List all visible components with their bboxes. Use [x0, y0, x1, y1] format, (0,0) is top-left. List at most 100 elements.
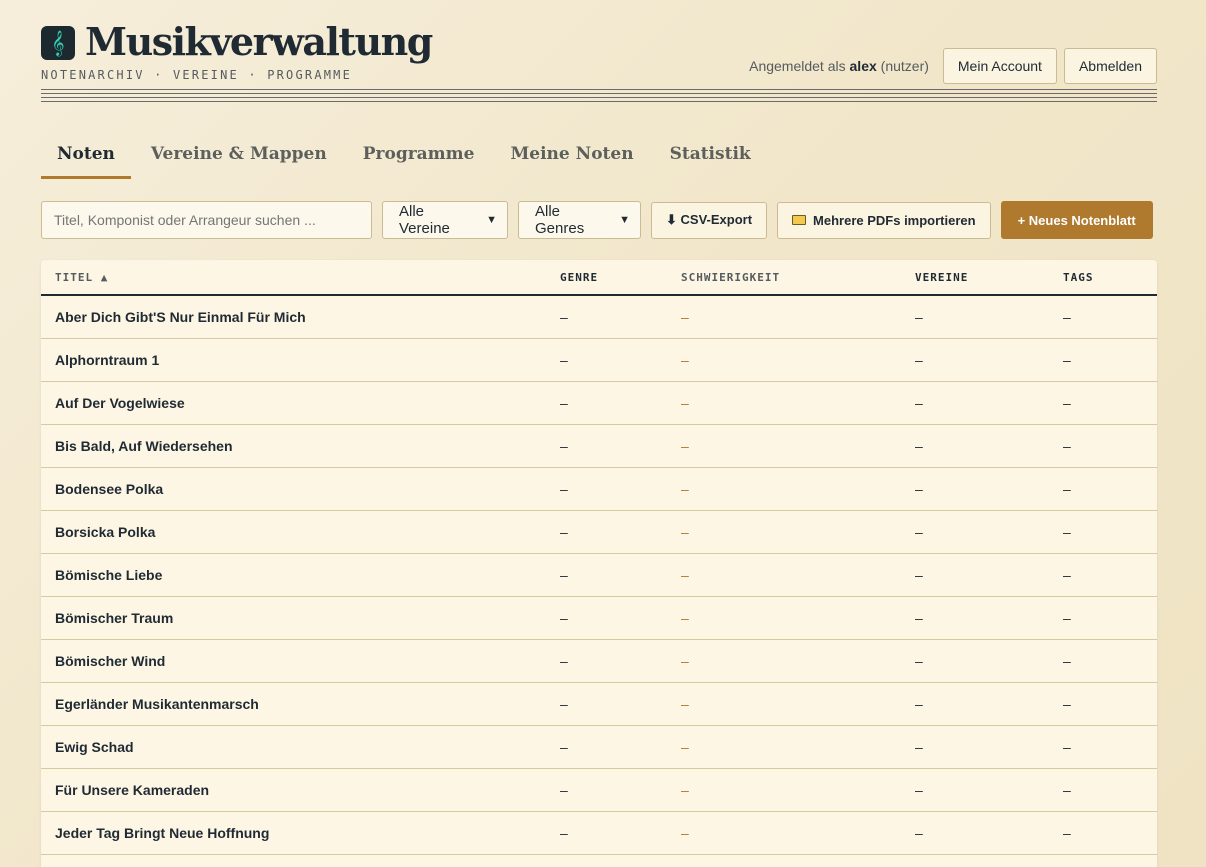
- cell-schwierigkeit: –: [681, 567, 689, 583]
- table-header: TITEL ▲ GENRE SCHWIERIGKEIT VEREINE TAGS: [41, 260, 1157, 296]
- cell-vereine: –: [915, 309, 923, 325]
- tab-vereine-mappen[interactable]: Vereine & Mappen: [135, 134, 343, 179]
- table-row[interactable]: Bömischer Traum – – – –: [41, 597, 1157, 640]
- app-subtitle: NOTENARCHIV · VEREINE · PROGRAMME: [41, 68, 353, 82]
- tab-meine-noten[interactable]: Meine Noten: [494, 134, 649, 179]
- cell-schwierigkeit: –: [681, 610, 689, 626]
- header-tags[interactable]: TAGS: [1063, 271, 1094, 284]
- cell-titel[interactable]: Bodensee Polka: [55, 481, 163, 497]
- cell-schwierigkeit: –: [681, 739, 689, 755]
- chevron-down-icon: ▼: [619, 214, 630, 226]
- cell-titel[interactable]: Bömischer Traum: [55, 610, 173, 626]
- brand[interactable]: 𝄞 Musikverwaltung: [41, 19, 433, 64]
- cell-genre: –: [560, 524, 568, 540]
- cell-schwierigkeit: –: [681, 782, 689, 798]
- sheets-table: TITEL ▲ GENRE SCHWIERIGKEIT VEREINE TAGS…: [41, 260, 1157, 867]
- vereine-filter-value: Alle Vereine: [399, 203, 450, 237]
- chevron-down-icon: ▼: [486, 214, 497, 226]
- logout-button[interactable]: Abmelden: [1063, 48, 1157, 84]
- import-pdfs-label: Mehrere PDFs importieren: [813, 212, 976, 228]
- cell-schwierigkeit: –: [681, 653, 689, 669]
- cell-tags: –: [1063, 696, 1071, 712]
- table-row[interactable]: Aber Dich Gibt'S Nur Einmal Für Mich – – – –: [41, 296, 1157, 339]
- cell-vereine: –: [915, 352, 923, 368]
- cell-vereine: –: [915, 653, 923, 669]
- table-row[interactable]: Bodensee Polka – – – –: [41, 468, 1157, 511]
- page: 𝄞 Musikverwaltung NOTENARCHIV · VEREINE …: [41, 0, 1157, 867]
- header-vereine[interactable]: VEREINE: [915, 271, 968, 284]
- cell-tags: –: [1063, 782, 1071, 798]
- cell-titel[interactable]: Aber Dich Gibt'S Nur Einmal Für Mich: [55, 309, 306, 325]
- cell-schwierigkeit: –: [681, 524, 689, 540]
- table-row[interactable]: Egerländer Musikantenmarsch – – – –: [41, 683, 1157, 726]
- logged-in-text: Angemeldet als alex (nutzer): [749, 58, 929, 74]
- cell-titel[interactable]: Bömischer Wind: [55, 653, 165, 669]
- cell-genre: –: [560, 782, 568, 798]
- cell-vereine: –: [915, 739, 923, 755]
- cell-genre: –: [560, 309, 568, 325]
- csv-export-button[interactable]: ⬇ CSV-Export: [651, 201, 768, 239]
- cell-vereine: –: [915, 696, 923, 712]
- cell-titel[interactable]: Egerländer Musikantenmarsch: [55, 696, 259, 712]
- app-title: Musikverwaltung: [85, 19, 433, 64]
- table-row[interactable]: Bis Bald, Auf Wiedersehen – – – –: [41, 425, 1157, 468]
- header-schwierigkeit[interactable]: SCHWIERIGKEIT: [681, 271, 780, 284]
- table-row[interactable]: Borsicka Polka – – – –: [41, 511, 1157, 554]
- table-row[interactable]: Bömische Liebe – – – –: [41, 554, 1157, 597]
- cell-tags: –: [1063, 610, 1071, 626]
- tab-statistik[interactable]: Statistik: [654, 134, 767, 179]
- cell-schwierigkeit: –: [681, 481, 689, 497]
- cell-titel[interactable]: Auf Der Vogelwiese: [55, 395, 185, 411]
- main-tabs: Noten Vereine & Mappen Programme Meine N…: [41, 134, 771, 179]
- cell-titel[interactable]: Für Unsere Kameraden: [55, 782, 209, 798]
- table-row[interactable]: Auf Der Vogelwiese – – – –: [41, 382, 1157, 425]
- tab-noten[interactable]: Noten: [41, 134, 131, 179]
- table-row[interactable]: Jeder Tag Bringt Neue Hoffnung – – – –: [41, 812, 1157, 855]
- cell-schwierigkeit: –: [681, 395, 689, 411]
- vereine-filter-select[interactable]: Alle Vereine ▼: [382, 201, 508, 239]
- tab-programme[interactable]: Programme: [347, 134, 491, 179]
- cell-genre: –: [560, 395, 568, 411]
- table-row[interactable]: Alphorntraum 1 – – – –: [41, 339, 1157, 382]
- cell-titel[interactable]: Bömische Liebe: [55, 567, 162, 583]
- table-row[interactable]: Ewig Schad – – – –: [41, 726, 1157, 769]
- user-box: Angemeldet als alex (nutzer) Mein Accoun…: [749, 48, 1157, 84]
- cell-tags: –: [1063, 352, 1071, 368]
- cell-titel[interactable]: Bis Bald, Auf Wiedersehen: [55, 438, 233, 454]
- cell-schwierigkeit: –: [681, 309, 689, 325]
- table-row[interactable]: Bömischer Wind – – – –: [41, 640, 1157, 683]
- table-row[interactable]: Für Unsere Kameraden – – – –: [41, 769, 1157, 812]
- cell-titel[interactable]: Borsicka Polka: [55, 524, 155, 540]
- cell-tags: –: [1063, 309, 1071, 325]
- cell-tags: –: [1063, 524, 1071, 540]
- cell-genre: –: [560, 438, 568, 454]
- cell-tags: –: [1063, 567, 1071, 583]
- cell-vereine: –: [915, 395, 923, 411]
- my-account-button[interactable]: Mein Account: [942, 48, 1057, 84]
- search-input[interactable]: [41, 201, 372, 239]
- cell-genre: –: [560, 739, 568, 755]
- import-pdfs-button[interactable]: Mehrere PDFs importieren: [777, 201, 991, 239]
- table-body: Aber Dich Gibt'S Nur Einmal Für Mich – – – –…: [41, 296, 1157, 855]
- cell-tags: –: [1063, 653, 1071, 669]
- cell-genre: –: [560, 696, 568, 712]
- header-genre[interactable]: GENRE: [560, 271, 598, 284]
- cell-vereine: –: [915, 782, 923, 798]
- cell-vereine: –: [915, 610, 923, 626]
- cell-titel[interactable]: Ewig Schad: [55, 739, 134, 755]
- header: 𝄞 Musikverwaltung NOTENARCHIV · VEREINE …: [41, 0, 1157, 106]
- new-sheet-button[interactable]: + Neues Notenblatt: [1000, 201, 1153, 239]
- cell-schwierigkeit: –: [681, 825, 689, 841]
- header-titel[interactable]: TITEL ▲: [55, 271, 108, 284]
- cell-tags: –: [1063, 481, 1071, 497]
- cell-genre: –: [560, 567, 568, 583]
- cell-titel[interactable]: Jeder Tag Bringt Neue Hoffnung: [55, 825, 269, 841]
- cell-tags: –: [1063, 739, 1071, 755]
- genre-filter-select[interactable]: Alle Genres ▼: [518, 201, 641, 239]
- user-role: (nutzer): [880, 58, 929, 74]
- cell-schwierigkeit: –: [681, 696, 689, 712]
- cell-schwierigkeit: –: [681, 438, 689, 454]
- cell-titel[interactable]: Alphorntraum 1: [55, 352, 159, 368]
- cell-schwierigkeit: –: [681, 352, 689, 368]
- cell-genre: –: [560, 653, 568, 669]
